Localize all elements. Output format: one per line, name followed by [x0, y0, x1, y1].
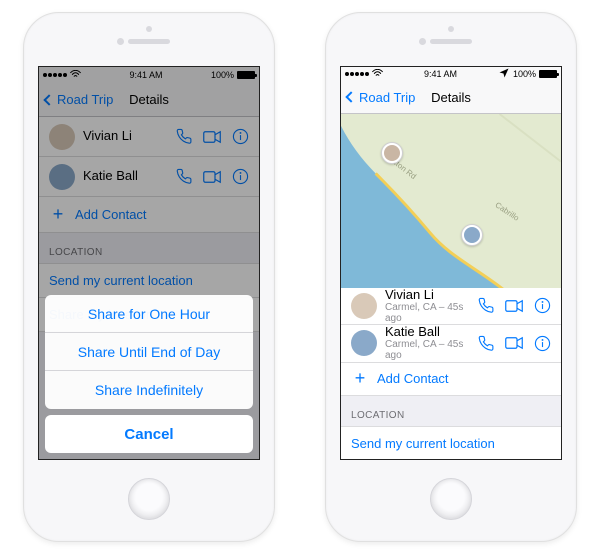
cancel-label: Cancel — [124, 426, 173, 443]
contact-row[interactable]: Vivian Li — [39, 117, 259, 157]
contact-name: Katie Ball — [385, 325, 469, 339]
battery-pct: 100% — [513, 69, 536, 79]
info-icon[interactable] — [533, 334, 551, 352]
screen-left: 9:41 AM 100% Road Trip Details Vivian Li — [38, 66, 260, 460]
back-label: Road Trip — [57, 92, 113, 107]
back-label: Road Trip — [359, 90, 415, 105]
location-map[interactable]: Cabrillo Hatton Rd — [341, 114, 561, 288]
contact-name: Vivian Li — [385, 288, 469, 302]
nav-bar: Road Trip Details — [39, 83, 259, 117]
contact-name: Vivian Li — [83, 129, 167, 143]
info-icon[interactable] — [533, 297, 551, 315]
call-icon[interactable] — [477, 297, 495, 315]
home-button[interactable] — [430, 478, 472, 520]
option-label: Share Until End of Day — [78, 344, 220, 360]
sensor — [146, 26, 152, 32]
speaker — [128, 39, 170, 44]
location-services-icon — [498, 67, 510, 81]
contact-row[interactable]: Katie Ball — [39, 157, 259, 197]
nav-bar: Road Trip Details — [341, 82, 561, 114]
location-section-header: LOCATION — [341, 396, 561, 427]
status-time: 9:41 AM — [129, 70, 162, 80]
call-icon[interactable] — [175, 128, 193, 146]
front-camera — [117, 38, 124, 45]
status-bar: 9:41 AM 100% — [341, 67, 561, 82]
add-contact-row[interactable]: + Add Contact — [39, 197, 259, 233]
plus-icon: + — [49, 204, 67, 225]
sensor — [448, 26, 454, 32]
avatar — [49, 124, 75, 150]
facetime-icon[interactable] — [505, 297, 523, 315]
cancel-button[interactable]: Cancel — [45, 415, 253, 453]
nav-title: Details — [129, 92, 169, 107]
signal-strength-icon — [345, 72, 369, 76]
speaker — [430, 39, 472, 44]
share-one-hour-option[interactable]: Share for One Hour — [45, 295, 253, 333]
share-end-of-day-option[interactable]: Share Until End of Day — [45, 333, 253, 371]
add-contact-row[interactable]: + Add Contact — [341, 363, 561, 397]
contact-location-sub: Carmel, CA – 45s ago — [385, 302, 469, 324]
avatar — [351, 330, 377, 356]
facetime-icon[interactable] — [203, 128, 221, 146]
nav-title: Details — [431, 90, 471, 105]
send-location-link[interactable]: Send my current location — [341, 427, 561, 459]
share-location-action-sheet: Share for One Hour Share Until End of Da… — [39, 289, 259, 459]
screen-right: 9:41 AM 100% Road Trip Details — [340, 66, 562, 460]
map-pin-contact[interactable] — [461, 224, 483, 246]
call-icon[interactable] — [175, 168, 193, 186]
iphone-left: 9:41 AM 100% Road Trip Details Vivian Li — [23, 12, 275, 542]
link-label: Send my current location — [49, 273, 193, 288]
option-label: Share for One Hour — [88, 306, 210, 322]
battery-pct: 100% — [211, 70, 234, 80]
signal-strength-icon — [43, 73, 67, 77]
option-label: Share Indefinitely — [95, 382, 203, 398]
add-contact-label: Add Contact — [377, 371, 449, 386]
avatar — [49, 164, 75, 190]
chevron-left-icon — [43, 94, 54, 105]
contact-name: Katie Ball — [83, 169, 167, 183]
share-indefinitely-option[interactable]: Share Indefinitely — [45, 371, 253, 409]
contact-row[interactable]: Vivian Li Carmel, CA – 45s ago — [341, 288, 561, 325]
back-button[interactable]: Road Trip — [347, 90, 415, 105]
home-button[interactable] — [128, 478, 170, 520]
facetime-icon[interactable] — [505, 334, 523, 352]
avatar — [351, 293, 377, 319]
location-section-header: LOCATION — [39, 233, 259, 264]
status-bar: 9:41 AM 100% — [39, 67, 259, 83]
facetime-icon[interactable] — [203, 168, 221, 186]
front-camera — [419, 38, 426, 45]
map-tiles: Cabrillo Hatton Rd — [341, 114, 561, 288]
back-button[interactable]: Road Trip — [45, 92, 113, 107]
status-time: 9:41 AM — [424, 69, 457, 79]
info-icon[interactable] — [231, 168, 249, 186]
iphone-right: 9:41 AM 100% Road Trip Details — [325, 12, 577, 542]
battery-icon — [539, 70, 557, 78]
contact-row[interactable]: Katie Ball Carmel, CA – 45s ago — [341, 325, 561, 362]
battery-icon — [237, 71, 255, 79]
plus-icon: + — [351, 368, 369, 389]
chevron-left-icon — [345, 92, 356, 103]
link-label: Send my current location — [351, 436, 495, 451]
map-pin-contact[interactable] — [381, 142, 403, 164]
wifi-icon — [372, 69, 383, 79]
call-icon[interactable] — [477, 334, 495, 352]
info-icon[interactable] — [231, 128, 249, 146]
wifi-icon — [70, 70, 81, 80]
contact-location-sub: Carmel, CA – 45s ago — [385, 339, 469, 361]
add-contact-label: Add Contact — [75, 207, 147, 222]
